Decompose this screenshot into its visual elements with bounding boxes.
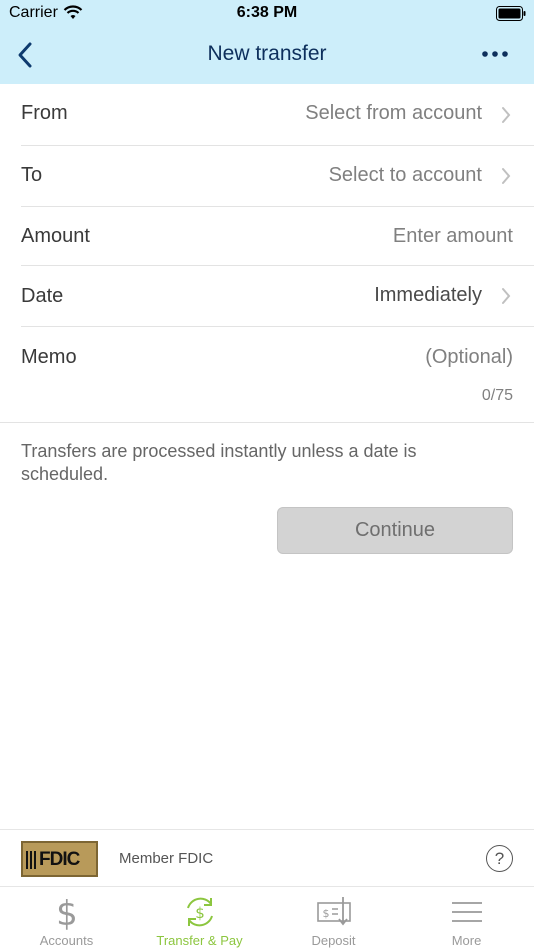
from-row[interactable]: From Select from account — [21, 84, 534, 146]
amount-label: Amount — [21, 225, 90, 247]
to-account-value: Select to account — [328, 164, 482, 186]
tab-transfer-pay[interactable]: $ Transfer & Pay — [133, 887, 266, 950]
header: Carrier 6:38 PM New transfer — [0, 0, 534, 84]
tab-accounts-label: Accounts — [39, 933, 94, 948]
status-time: 6:38 PM — [236, 4, 298, 21]
fdic-bar: FDIC Member FDIC ? — [0, 829, 534, 887]
fdic-logo: FDIC — [21, 841, 98, 877]
svg-text:$: $ — [195, 904, 205, 922]
fdic-logo-stripes — [26, 851, 38, 869]
memo-label: Memo — [21, 346, 77, 368]
memo-row[interactable]: Memo (Optional) 0/75 — [0, 327, 534, 423]
from-account-value: Select from account — [305, 102, 482, 124]
date-row[interactable]: Date Immediately — [21, 266, 534, 327]
date-value: Immediately — [374, 284, 482, 306]
battery-icon — [496, 6, 526, 26]
check-deposit-icon: $ — [314, 894, 354, 930]
menu-icon — [447, 894, 487, 930]
continue-button[interactable]: Continue — [277, 507, 513, 554]
memo-character-counter: 0/75 — [481, 387, 513, 404]
tab-more[interactable]: More — [400, 887, 533, 950]
to-row[interactable]: To Select to account — [21, 146, 534, 207]
tab-accounts[interactable]: $ Accounts — [0, 887, 133, 950]
svg-text:$: $ — [56, 894, 78, 930]
chevron-right-icon — [500, 166, 512, 186]
member-fdic-label: Member FDIC — [119, 850, 214, 867]
memo-input[interactable]: (Optional) — [425, 346, 513, 369]
tab-transfer-pay-label: Transfer & Pay — [156, 933, 243, 948]
chevron-right-icon — [500, 105, 512, 125]
ellipsis-icon[interactable] — [480, 44, 510, 64]
tab-deposit[interactable]: $ Deposit — [267, 887, 400, 950]
help-icon[interactable]: ? — [486, 845, 513, 872]
amount-row[interactable]: Amount Enter amount — [21, 207, 534, 266]
date-label: Date — [21, 285, 64, 307]
amount-input[interactable]: Enter amount — [393, 225, 513, 248]
status-bar: Carrier 6:38 PM — [0, 0, 534, 28]
fdic-logo-text: FDIC — [39, 849, 80, 870]
page-title: New transfer — [207, 42, 327, 65]
nav-bar: New transfer — [0, 28, 534, 84]
tab-bar: $ Accounts $ Transfer & Pay $ Deposit Mo… — [0, 887, 534, 950]
transfer-icon: $ — [180, 894, 220, 930]
to-label: To — [21, 164, 43, 186]
transfer-note: Transfers are processed instantly unless… — [21, 441, 417, 484]
tab-deposit-label: Deposit — [311, 933, 356, 948]
from-label: From — [21, 102, 68, 124]
svg-text:$: $ — [322, 907, 329, 920]
tab-more-label: More — [451, 933, 482, 948]
chevron-right-icon — [500, 286, 512, 306]
dollar-icon: $ — [47, 894, 87, 934]
